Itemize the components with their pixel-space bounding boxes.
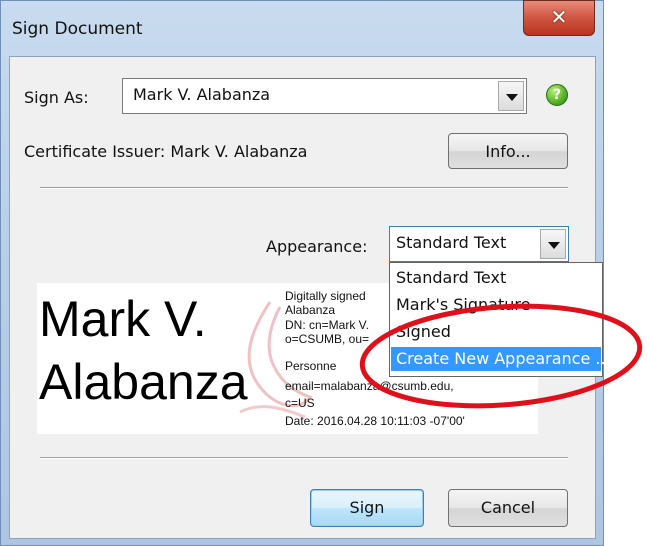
annotation-ellipse	[359, 303, 643, 409]
close-icon: ✕	[550, 5, 568, 29]
signature-detail: Date: 2016.04.28 10:11:03 -07'00'	[285, 414, 465, 428]
info-button[interactable]: Info...	[448, 133, 568, 169]
window-title: Sign Document	[12, 19, 143, 39]
help-icon[interactable]: ?	[546, 84, 568, 106]
sign-as-label: Sign As:	[24, 88, 89, 107]
divider	[40, 187, 568, 189]
sign-button-label: Sign	[349, 498, 385, 517]
appearance-label: Appearance:	[266, 237, 368, 256]
appearance-value: Standard Text	[396, 233, 507, 252]
sign-button[interactable]: Sign	[310, 489, 424, 527]
signature-name-line-2: Alabanza	[39, 354, 248, 410]
appearance-option-standard-text[interactable]: Standard Text	[391, 266, 601, 290]
sign-as-value: Mark V. Alabanza	[133, 85, 271, 104]
cancel-button-label: Cancel	[480, 498, 536, 517]
appearance-select[interactable]: Standard Text	[389, 226, 569, 262]
divider	[40, 457, 568, 459]
signature-detail: c=US	[285, 396, 315, 410]
signature-detail: Digitally signed	[285, 289, 366, 303]
chevron-down-icon[interactable]	[540, 229, 566, 259]
signature-detail: Alabanza	[285, 303, 336, 317]
signature-name-line-1: Mark V.	[39, 291, 207, 347]
info-button-label: Info...	[485, 142, 531, 161]
cancel-button[interactable]: Cancel	[448, 489, 568, 527]
sign-as-select[interactable]: Mark V. Alabanza	[122, 78, 527, 114]
signature-detail: Personne	[285, 359, 337, 373]
close-button[interactable]: ✕	[523, 0, 595, 36]
chevron-down-icon[interactable]	[498, 81, 524, 111]
certificate-issuer-label: Certificate Issuer: Mark V. Alabanza	[24, 142, 308, 161]
title-bar[interactable]: Sign Document ✕	[0, 0, 604, 56]
